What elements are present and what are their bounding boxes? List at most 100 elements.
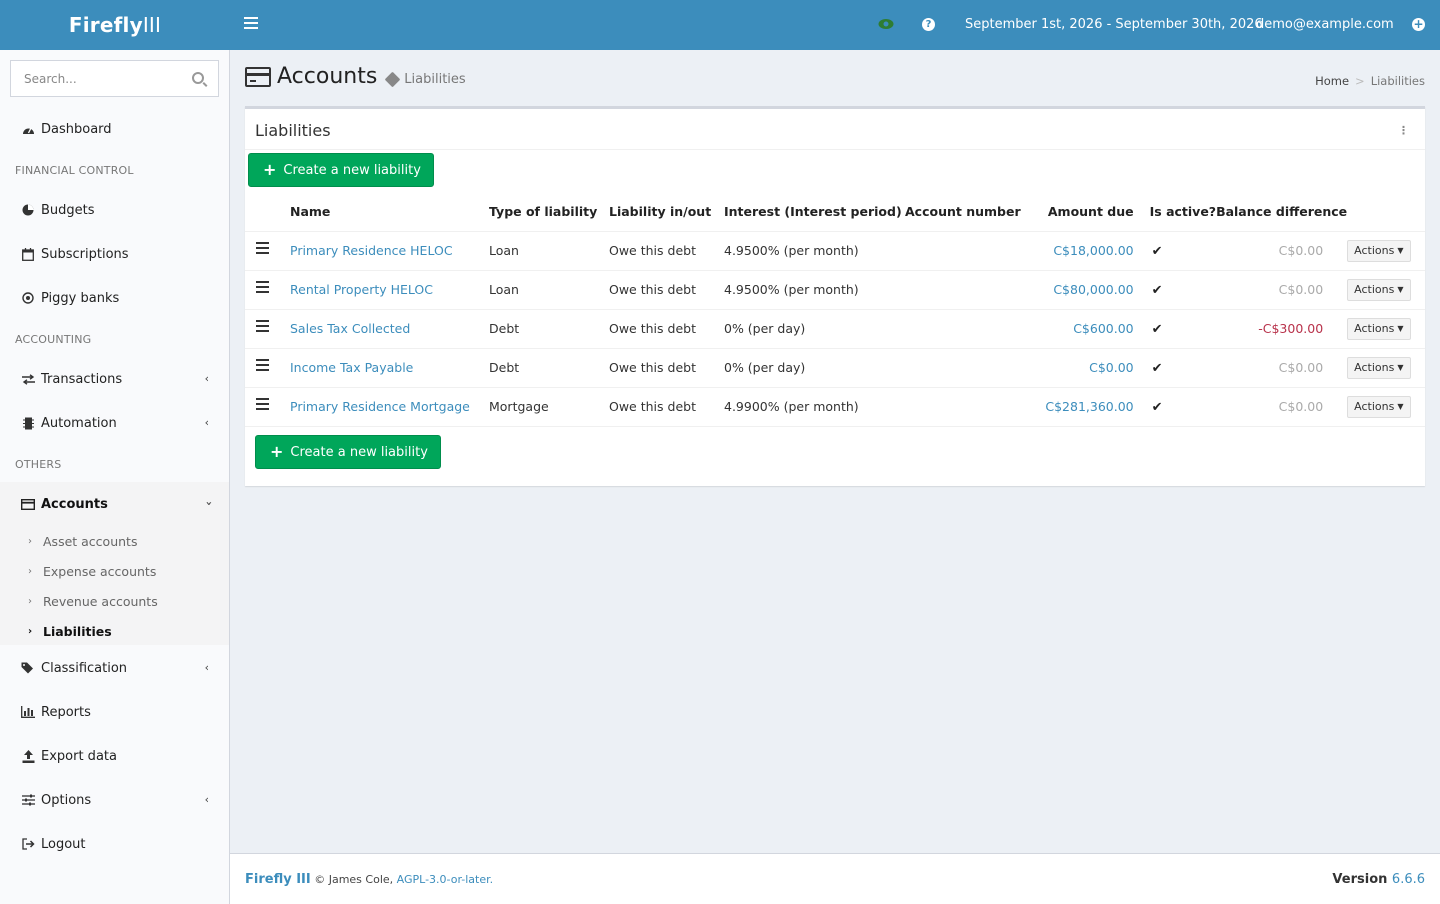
sidebar-item-transactions[interactable]: Transactions ‹ (0, 357, 229, 401)
col-header-drag (245, 193, 290, 232)
balance-difference: C$0.00 (1278, 243, 1324, 258)
table-row: Rental Property HELOC Loan Owe this debt 4.… (245, 270, 1425, 310)
actions-dropdown-button[interactable]: Actions ▼ (1347, 395, 1411, 418)
caret-down-icon: ▼ (1397, 324, 1404, 333)
col-header-amount-due[interactable]: Amount due (1020, 193, 1134, 232)
check-icon: ✔ (1151, 321, 1163, 337)
chevron-right-icon: › (28, 565, 32, 577)
breadcrumb-home[interactable]: Home (1315, 74, 1349, 88)
col-header-interest[interactable]: Interest (Interest period) (724, 193, 905, 232)
footer-license-link[interactable]: AGPL-3.0-or-later. (397, 873, 493, 886)
check-icon: ✔ (1151, 360, 1163, 376)
sidebar-item-logout[interactable]: Logout (0, 822, 229, 866)
create-liability-button-bottom[interactable]: + Create a new liability (255, 435, 441, 469)
box-options-icon[interactable]: ⋮ (1398, 124, 1409, 137)
plus-icon: + (263, 160, 277, 179)
breadcrumb-separator: > (1355, 74, 1365, 88)
version-link[interactable]: 6.6.6 (1392, 872, 1425, 887)
date-range-selector[interactable]: September 1st, 2026 - September 30th, 20… (965, 17, 1263, 32)
user-menu[interactable]: demo@example.com (1256, 17, 1394, 32)
drag-handle-icon[interactable] (256, 358, 269, 374)
drag-handle[interactable] (245, 387, 290, 427)
footer-brand[interactable]: Firefly III (245, 872, 311, 887)
sidebar-item-export-data[interactable]: Export data (0, 734, 229, 778)
search-icon[interactable] (192, 72, 204, 84)
drag-handle[interactable] (245, 270, 290, 310)
sidebar-subitem-asset-accounts[interactable]: › Asset accounts (0, 526, 229, 556)
col-header-name[interactable]: Name (290, 193, 489, 232)
footer-credits: Firefly III © James Cole, AGPL-3.0-or-la… (245, 872, 493, 887)
liability-direction: Owe this debt (609, 270, 724, 310)
liability-name-link[interactable]: Primary Residence Mortgage (290, 399, 470, 414)
actions-dropdown-button[interactable]: Actions ▼ (1347, 317, 1411, 340)
col-header-inout[interactable]: Liability in/out (609, 193, 724, 232)
eye-icon[interactable] (878, 18, 894, 30)
sidebar-item-budgets[interactable]: Budgets (0, 188, 229, 232)
col-header-balance-diff[interactable]: Balance difference (1216, 193, 1348, 232)
create-liability-button-top[interactable]: + Create a new liability (248, 153, 434, 187)
actions-dropdown-button[interactable]: Actions ▼ (1347, 356, 1411, 379)
drag-handle[interactable] (245, 309, 290, 349)
quick-create-icon[interactable]: + (1412, 18, 1425, 31)
liability-interest: 0% (per day) (724, 309, 905, 349)
sidebar-subitem-revenue-accounts[interactable]: › Revenue accounts (0, 586, 229, 616)
caret-down-icon: ▼ (1397, 363, 1404, 372)
box-divider (245, 149, 1425, 150)
sidebar: Dashboard FINANCIAL CONTROL Budgets Subs… (0, 50, 230, 904)
sidebar-item-reports[interactable]: Reports (0, 690, 229, 734)
page-subtitle: Liabilities (385, 71, 466, 88)
col-header-account-number[interactable]: Account number (905, 193, 1021, 232)
col-header-actions (1347, 193, 1425, 232)
chevron-right-icon: › (28, 625, 33, 637)
liability-type: Mortgage (489, 387, 609, 427)
plus-icon: + (270, 442, 284, 461)
sidebar-subitem-liabilities[interactable]: › Liabilities (0, 616, 229, 646)
liability-type: Loan (489, 231, 609, 271)
nav-header-financial: FINANCIAL CONTROL (15, 164, 134, 177)
liability-name-link[interactable]: Primary Residence HELOC (290, 243, 453, 258)
balance-difference: -C$300.00 (1258, 321, 1324, 336)
drag-handle-icon[interactable] (256, 319, 269, 335)
actions-dropdown-button[interactable]: Actions ▼ (1347, 278, 1411, 301)
table-row: Income Tax Payable Debt Owe this debt 0% (p… (245, 348, 1425, 388)
sidebar-toggle-icon[interactable] (244, 17, 258, 31)
sidebar-item-automation[interactable]: Automation ‹ (0, 401, 229, 445)
amount-due-link[interactable]: C$600.00 (1073, 321, 1133, 336)
sidebar-item-piggy-banks[interactable]: Piggy banks (0, 276, 229, 320)
microchip-icon (21, 416, 35, 430)
liability-direction: Owe this debt (609, 387, 724, 427)
tags-icon (21, 661, 35, 675)
sidebar-item-accounts[interactable]: Accounts ‹ (0, 482, 229, 526)
liability-name-link[interactable]: Rental Property HELOC (290, 282, 433, 297)
drag-handle[interactable] (245, 348, 290, 388)
search-input[interactable] (11, 61, 181, 96)
liability-interest: 4.9900% (per month) (724, 387, 905, 427)
drag-handle-icon[interactable] (256, 280, 269, 296)
sidebar-subitem-expense-accounts[interactable]: › Expense accounts (0, 556, 229, 586)
amount-due-link[interactable]: C$80,000.00 (1053, 282, 1133, 297)
liability-name-link[interactable]: Income Tax Payable (290, 360, 413, 375)
footer-copyright: © James Cole, (314, 873, 394, 886)
box-title: Liabilities (255, 121, 331, 140)
amount-due-link[interactable]: C$281,360.00 (1045, 399, 1133, 414)
footer-version: Version 6.6.6 (1332, 872, 1425, 887)
amount-due-link[interactable]: C$18,000.00 (1053, 243, 1133, 258)
col-header-is-active[interactable]: Is active? (1133, 193, 1217, 232)
liability-name-link[interactable]: Sales Tax Collected (290, 321, 410, 336)
drag-handle-icon[interactable] (256, 241, 269, 257)
pie-chart-icon (21, 203, 35, 217)
sidebar-item-classification[interactable]: Classification ‹ (0, 646, 229, 690)
drag-handle-icon[interactable] (256, 397, 269, 413)
sidebar-item-subscriptions[interactable]: Subscriptions (0, 232, 229, 276)
liability-type: Loan (489, 270, 609, 310)
chevron-right-icon: › (28, 595, 32, 607)
amount-due-link[interactable]: C$0.00 (1089, 360, 1134, 375)
sidebar-item-options[interactable]: Options ‹ (0, 778, 229, 822)
col-header-type[interactable]: Type of liability (489, 193, 609, 232)
sidebar-item-dashboard[interactable]: Dashboard (0, 107, 229, 151)
help-icon[interactable]: ? (922, 18, 935, 31)
drag-handle[interactable] (245, 231, 290, 271)
app-logo[interactable]: Firefly III (0, 0, 230, 50)
sidebar-search (10, 60, 219, 97)
actions-dropdown-button[interactable]: Actions ▼ (1347, 239, 1411, 262)
